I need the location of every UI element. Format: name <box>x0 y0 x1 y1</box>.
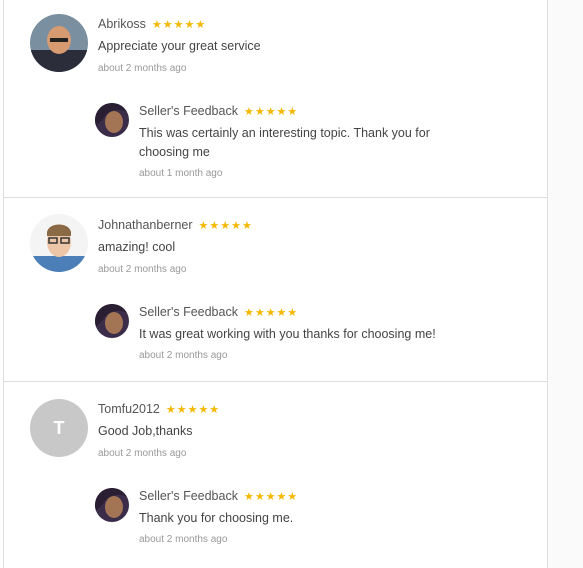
review-comment: amazing! cool <box>98 240 176 254</box>
reviewer-avatar[interactable] <box>30 14 88 72</box>
avatar-initial: T <box>53 417 65 438</box>
seller-avatar[interactable] <box>95 103 129 137</box>
review-comment: Good Job,thanks <box>98 424 193 438</box>
rating-stars: ★★★★★ <box>165 404 221 416</box>
review-time: about 2 months ago <box>98 63 187 74</box>
rating-stars: ★★★★★ <box>151 19 207 31</box>
seller-feedback-title: Seller's Feedback ★★★★★ <box>139 305 299 319</box>
rating-stars: ★★★★★ <box>243 106 299 118</box>
seller-avatar[interactable] <box>95 488 129 522</box>
seller-reply-time: about 1 month ago <box>139 168 223 179</box>
reviewer-name[interactable]: Johnathanberner ★★★★★ <box>98 218 253 232</box>
review-comment: Appreciate your great service <box>98 39 261 53</box>
reviewer-name[interactable]: Tomfu2012 ★★★★★ <box>98 402 220 416</box>
seller-reply-text: Thank you for choosing me. <box>139 511 294 525</box>
rating-stars: ★★★★★ <box>198 220 253 232</box>
side-gutter <box>549 0 583 568</box>
rating-stars: ★★★★★ <box>243 307 299 319</box>
reviewer-name[interactable]: Abrikoss ★★★★★ <box>98 17 206 31</box>
reviewer-avatar[interactable]: T <box>30 399 88 457</box>
seller-reply-time: about 2 months ago <box>139 350 228 361</box>
review-item: Abrikoss ★★★★★ Appreciate your great serv… <box>4 0 547 198</box>
seller-reply-time: about 2 months ago <box>139 534 228 545</box>
seller-feedback-title: Seller's Feedback ★★★★★ <box>139 104 299 118</box>
seller-reply-text: It was great working with you thanks for… <box>139 327 436 341</box>
reviews-panel: Abrikoss ★★★★★ Appreciate your great serv… <box>3 0 548 568</box>
review-time: about 2 months ago <box>98 264 187 275</box>
review-item: T Tomfu2012 ★★★★★ Good Job,thanks about 2… <box>4 381 547 568</box>
rating-stars: ★★★★★ <box>243 491 299 503</box>
seller-feedback-title: Seller's Feedback ★★★★★ <box>139 489 299 503</box>
seller-reply-text: This was certainly an interesting topic.… <box>139 126 430 159</box>
seller-avatar[interactable] <box>95 304 129 338</box>
reviewer-avatar[interactable] <box>30 214 88 272</box>
review-time: about 2 months ago <box>98 448 187 459</box>
review-item: Johnathanberner ★★★★★ amazing! cool about… <box>4 197 547 382</box>
